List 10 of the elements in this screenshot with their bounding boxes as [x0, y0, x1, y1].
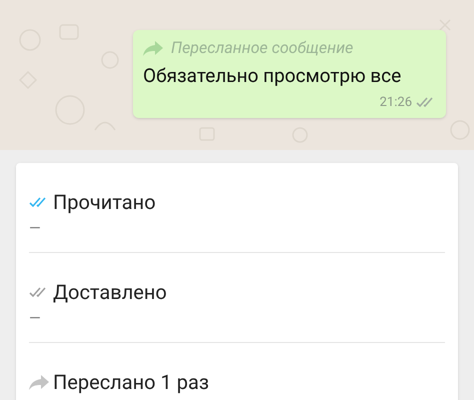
status-label: Прочитано [53, 189, 156, 215]
status-label: Переслано 1 раз [53, 369, 209, 395]
status-label: Доставлено [53, 279, 167, 305]
message-time: 21:26 [380, 94, 412, 112]
forward-arrow-icon [29, 374, 49, 390]
status-value: — [29, 218, 42, 239]
message-text: Обязательно просмотрю все [143, 63, 402, 89]
forward-arrow-icon [143, 40, 163, 56]
status-value: — [29, 308, 42, 329]
forwarded-label: Пересланное сообщение [171, 37, 354, 59]
